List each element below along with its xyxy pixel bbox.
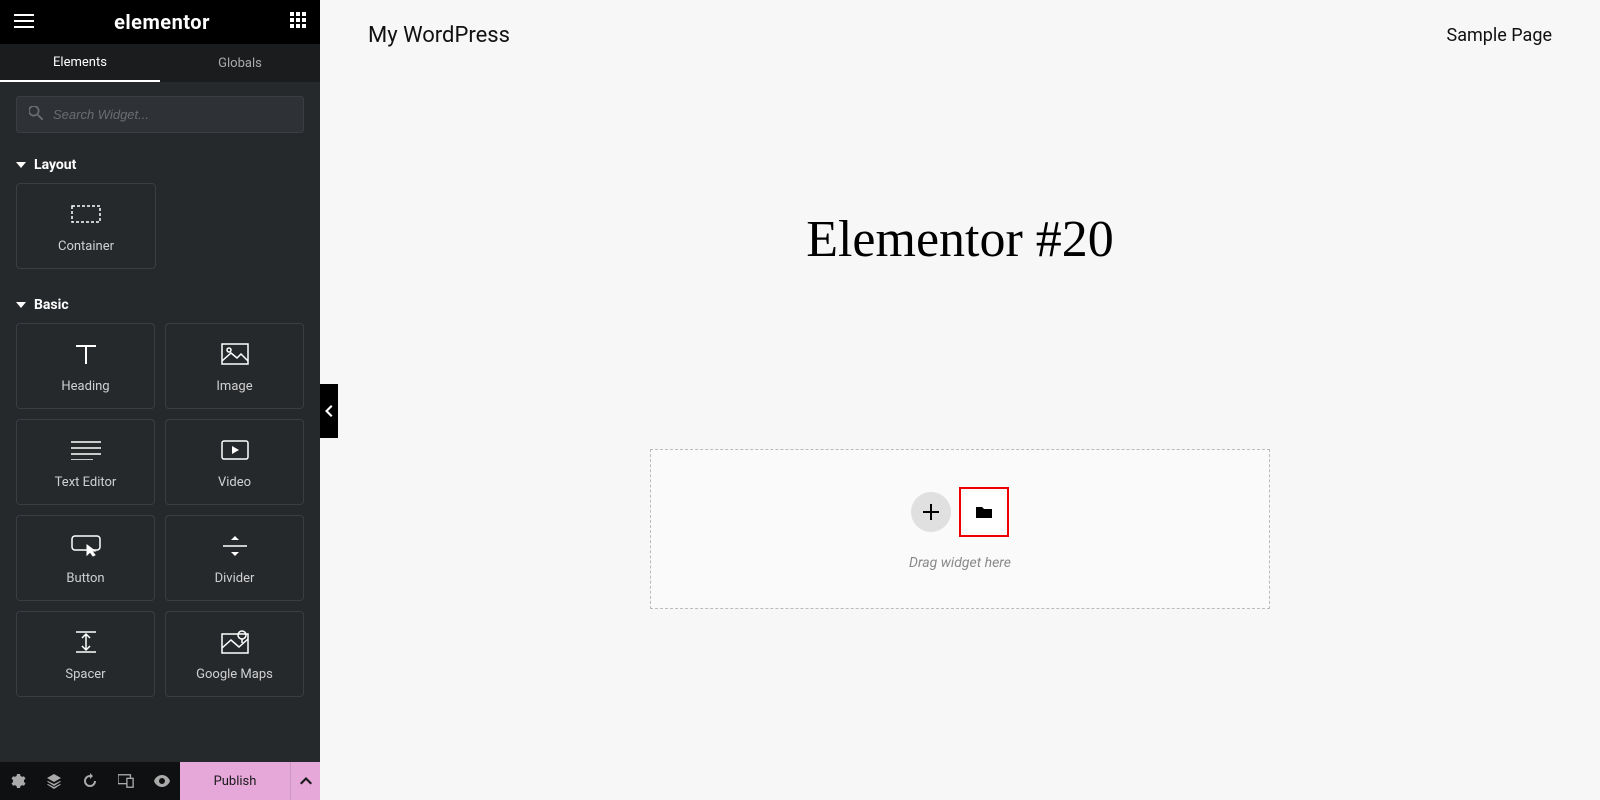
widget-label: Spacer [65, 667, 105, 682]
sidebar-body: Layout Container Basic Heading [0, 82, 320, 762]
section-layout-title: Layout [34, 157, 76, 173]
publish-label: Publish [214, 774, 257, 789]
apps-icon[interactable] [290, 12, 306, 32]
widget-label: Image [216, 379, 252, 394]
widget-container[interactable]: Container [16, 183, 156, 269]
search-icon [29, 105, 43, 124]
widget-label: Divider [215, 571, 255, 586]
bottom-bar: Publish [0, 762, 320, 800]
sidebar-tabs: Elements Globals [0, 44, 320, 82]
widget-label: Button [66, 571, 104, 586]
section-basic-title: Basic [34, 297, 69, 313]
publish-options-button[interactable] [290, 762, 320, 800]
widget-button[interactable]: Button [16, 515, 155, 601]
caret-down-icon [16, 160, 26, 170]
chevron-left-icon [325, 405, 333, 417]
widget-spacer[interactable]: Spacer [16, 611, 155, 697]
widget-label: Text Editor [55, 475, 117, 490]
widget-label: Google Maps [196, 667, 273, 682]
nav-link-sample-page[interactable]: Sample Page [1447, 25, 1552, 46]
add-section-button[interactable] [911, 492, 951, 532]
site-header: My WordPress Sample Page [320, 0, 1600, 70]
collapse-sidebar-button[interactable] [320, 384, 338, 438]
tab-elements[interactable]: Elements [0, 44, 160, 82]
search-input[interactable] [53, 107, 291, 122]
google-maps-icon [220, 627, 250, 657]
spacer-icon [71, 627, 101, 657]
button-icon [71, 531, 101, 561]
caret-down-icon [16, 300, 26, 310]
text-editor-icon [71, 435, 101, 465]
widget-video[interactable]: Video [165, 419, 304, 505]
sidebar-header: elementor [0, 0, 320, 44]
tab-globals[interactable]: Globals [160, 44, 320, 82]
publish-button[interactable]: Publish [180, 762, 290, 800]
section-basic-header[interactable]: Basic [0, 287, 320, 323]
preview-icon[interactable] [144, 762, 180, 800]
image-icon [220, 339, 250, 369]
plus-icon [922, 503, 940, 521]
site-title[interactable]: My WordPress [368, 23, 510, 48]
editor-sidebar: elementor Elements Globals Layout [0, 0, 320, 800]
navigator-icon[interactable] [36, 762, 72, 800]
page-title: Elementor #20 [320, 210, 1600, 269]
search-box[interactable] [16, 96, 304, 133]
drop-zone-actions [911, 487, 1009, 537]
video-icon [220, 435, 250, 465]
widget-label: Heading [61, 379, 109, 394]
history-icon[interactable] [72, 762, 108, 800]
container-icon [71, 199, 101, 229]
chevron-up-icon [300, 775, 312, 787]
folder-icon [975, 504, 993, 520]
logo: elementor [114, 10, 210, 34]
responsive-icon[interactable] [108, 762, 144, 800]
divider-icon [220, 531, 250, 561]
drop-zone-text: Drag widget here [909, 555, 1011, 571]
widget-label: Container [58, 239, 114, 254]
add-template-button[interactable] [959, 487, 1009, 537]
widget-google-maps[interactable]: Google Maps [165, 611, 304, 697]
section-layout-header[interactable]: Layout [0, 147, 320, 183]
widget-heading[interactable]: Heading [16, 323, 155, 409]
widget-text-editor[interactable]: Text Editor [16, 419, 155, 505]
widget-divider[interactable]: Divider [165, 515, 304, 601]
heading-icon [71, 339, 101, 369]
settings-icon[interactable] [0, 762, 36, 800]
widget-image[interactable]: Image [165, 323, 304, 409]
editor-canvas: My WordPress Sample Page Elementor #20 D… [320, 0, 1600, 800]
drop-zone[interactable]: Drag widget here [650, 449, 1270, 609]
menu-icon[interactable] [14, 13, 34, 32]
widget-label: Video [218, 475, 251, 490]
